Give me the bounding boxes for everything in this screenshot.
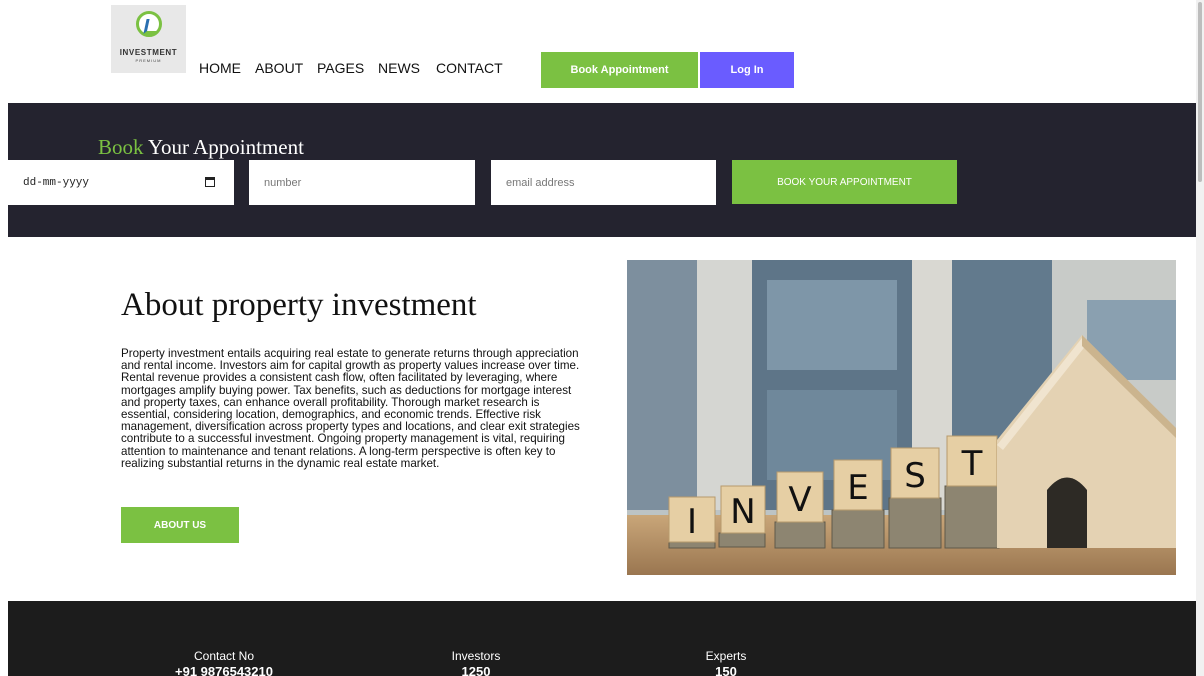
number-input[interactable]: number	[249, 160, 475, 205]
about-text: Property investment entails acquiring re…	[121, 347, 580, 470]
stat-contact: Contact No +91 9876543210	[149, 649, 299, 676]
calendar-icon[interactable]	[205, 177, 215, 187]
booking-title-rest: Your Appointment	[143, 135, 304, 159]
invest-block-letter: S	[904, 456, 926, 496]
date-placeholder: dd-mm-yyyy	[23, 176, 90, 189]
scrollbar-thumb[interactable]	[1198, 2, 1202, 182]
nav-home[interactable]: HOME	[199, 60, 241, 76]
brand-tagline: PREMIUM	[135, 58, 162, 63]
email-placeholder: email address	[506, 176, 575, 189]
stat-contact-value[interactable]: +91 9876543210	[149, 664, 299, 676]
invest-block-letter: N	[730, 492, 755, 532]
about-us-button[interactable]: ABOUT US	[121, 507, 239, 543]
nav-about[interactable]: ABOUT	[255, 60, 303, 76]
brand-name: INVESTMENT	[119, 48, 178, 57]
login-button[interactable]: Log In	[700, 52, 794, 88]
stat-experts-label: Experts	[705, 649, 747, 663]
invest-block-letter: T	[961, 444, 983, 484]
invest-block-letter: I	[687, 502, 697, 542]
chart-growth-icon	[136, 11, 162, 37]
stat-contact-label: Contact No	[193, 649, 255, 663]
nav-pages[interactable]: PAGES	[317, 60, 364, 76]
email-input[interactable]: email address	[491, 160, 716, 205]
number-placeholder: number	[264, 176, 302, 189]
nav-news[interactable]: NEWS	[378, 60, 420, 76]
stat-investors-value: 1250	[461, 664, 491, 676]
stat-experts-value: 150	[715, 664, 737, 676]
about-title: About property investment	[121, 287, 477, 323]
site-logo[interactable]: INVESTMENT PREMIUM	[111, 5, 186, 73]
nav-contact[interactable]: CONTACT	[436, 60, 503, 76]
stat-investors: Investors 1250	[411, 649, 541, 676]
stat-investors-label: Investors	[451, 649, 501, 663]
stat-experts: Experts 150	[671, 649, 781, 676]
invest-photo: INVEST	[627, 260, 1176, 575]
date-input[interactable]: dd-mm-yyyy	[8, 160, 234, 205]
book-your-appointment-button[interactable]: BOOK YOUR APPOINTMENT	[732, 160, 957, 204]
invest-block-letter: E	[847, 468, 868, 508]
booking-title: Book Your Appointment	[98, 135, 304, 160]
book-appointment-button[interactable]: Book Appointment	[541, 52, 698, 88]
booking-title-highlight: Book	[98, 135, 144, 159]
invest-block-letter: V	[788, 480, 811, 520]
